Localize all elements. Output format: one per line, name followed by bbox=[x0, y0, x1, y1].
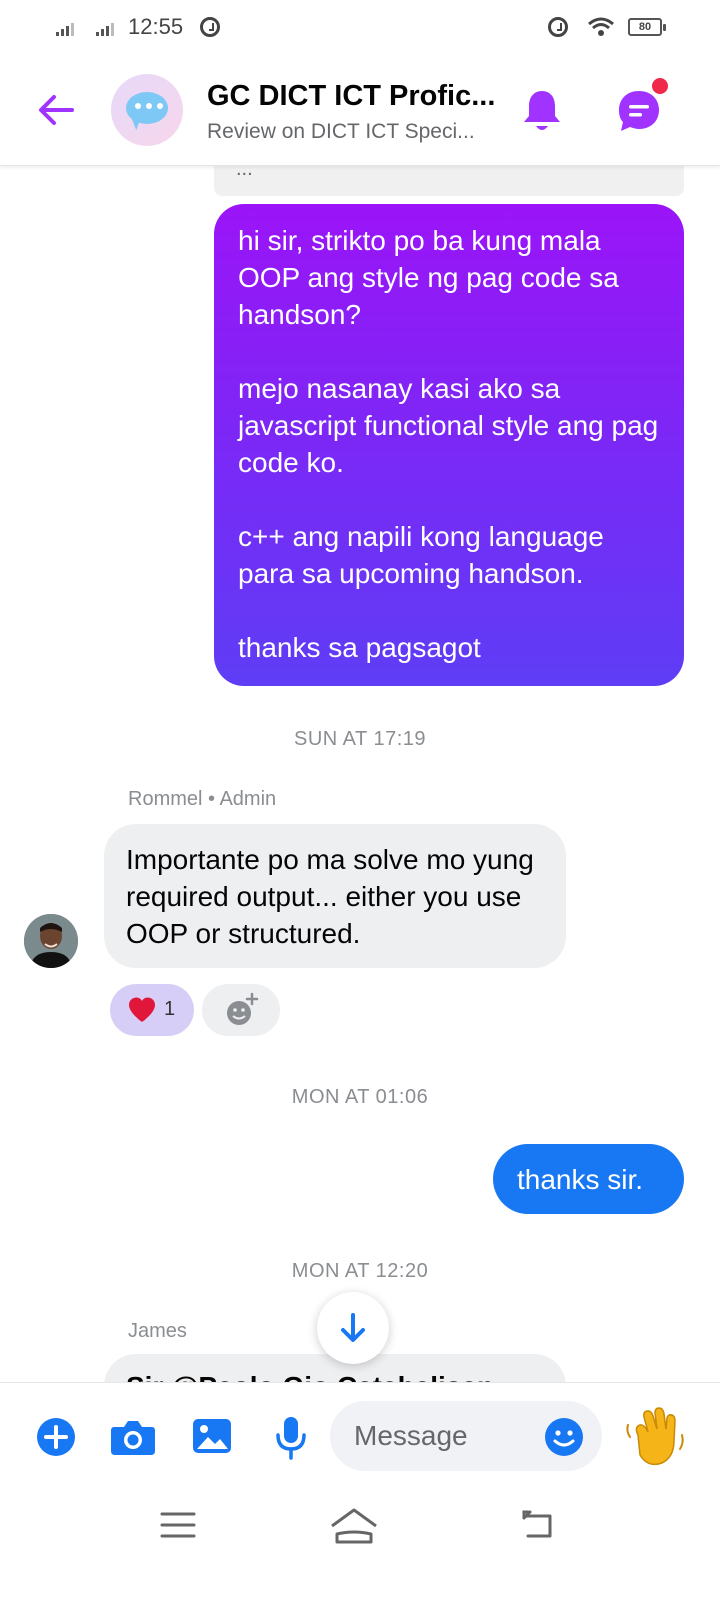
battery-icon: 80 bbox=[628, 18, 666, 36]
conversation-subtitle[interactable]: Review on DICT ICT Speci... bbox=[207, 120, 501, 144]
add-emoji-icon bbox=[227, 992, 259, 1025]
camera-icon[interactable] bbox=[110, 1417, 156, 1457]
emoji-icon[interactable] bbox=[544, 1417, 584, 1457]
quoted-reply-text: ... bbox=[236, 166, 253, 180]
heart-icon bbox=[129, 997, 155, 1022]
sender-name: Rommel • Admin bbox=[128, 788, 277, 810]
plus-icon[interactable] bbox=[36, 1417, 76, 1457]
status-bar: 12:55 80 bbox=[0, 0, 720, 58]
chat-threads-button[interactable] bbox=[614, 76, 670, 136]
arrow-left-icon[interactable] bbox=[34, 88, 78, 132]
bell-icon[interactable] bbox=[520, 88, 564, 134]
notification-badge bbox=[650, 76, 670, 96]
heart-reaction[interactable]: 1 bbox=[110, 984, 194, 1036]
outgoing-message[interactable]: thanks sir. bbox=[493, 1144, 684, 1214]
conversation-header: GC DICT ICT Profic... Review on DICT ICT… bbox=[0, 58, 720, 166]
group-avatar[interactable] bbox=[111, 74, 183, 146]
waving-hand-icon[interactable] bbox=[624, 1405, 688, 1469]
message-composer bbox=[0, 1382, 720, 1486]
wifi-icon bbox=[588, 17, 614, 36]
arrow-down-icon bbox=[341, 1313, 365, 1342]
profile-photo bbox=[24, 914, 78, 968]
message-timestamp: MON AT 01:06 bbox=[291, 1086, 429, 1108]
quoted-reply[interactable]: ... bbox=[214, 166, 684, 196]
sender-name: James bbox=[128, 1320, 187, 1342]
menu-icon[interactable] bbox=[160, 1510, 196, 1540]
message-timestamp: SUN AT 17:19 bbox=[294, 728, 426, 750]
back-icon[interactable] bbox=[520, 1508, 556, 1540]
reaction-count: 1 bbox=[164, 998, 176, 1020]
signal-2-icon bbox=[96, 22, 114, 36]
battery-level: 80 bbox=[638, 21, 652, 33]
scroll-to-bottom-button[interactable] bbox=[317, 1292, 389, 1364]
home-icon[interactable] bbox=[330, 1506, 378, 1546]
message-list[interactable]: ... hi sir, strikto po ba kung mala OOP … bbox=[0, 166, 720, 1382]
alarm-icon bbox=[200, 17, 220, 37]
outgoing-message[interactable]: hi sir, strikto po ba kung mala OOP ang … bbox=[214, 204, 684, 686]
avatar[interactable] bbox=[24, 914, 78, 968]
incoming-message[interactable]: Importante po ma solve mo yung required … bbox=[104, 824, 566, 968]
conversation-title[interactable]: GC DICT ICT Profic... bbox=[207, 80, 507, 113]
message-timestamp: MON AT 12:20 bbox=[291, 1260, 429, 1282]
add-reaction-button[interactable] bbox=[202, 984, 280, 1036]
microphone-icon[interactable] bbox=[274, 1415, 308, 1461]
status-time: 12:55 bbox=[128, 14, 184, 39]
system-navigation-bar bbox=[0, 1486, 720, 1600]
gallery-icon[interactable] bbox=[191, 1415, 233, 1457]
signal-1-icon bbox=[56, 22, 74, 36]
alarm-icon bbox=[548, 17, 568, 37]
